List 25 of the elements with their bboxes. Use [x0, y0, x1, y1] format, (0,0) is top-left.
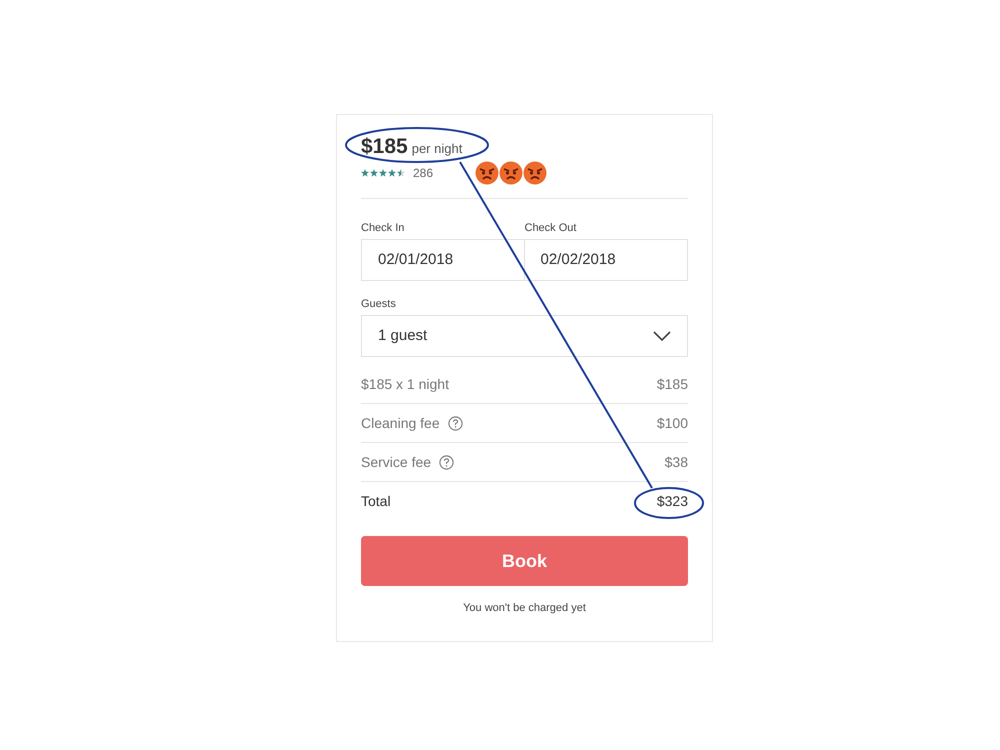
- guests-select[interactable]: 1 guest: [361, 315, 688, 357]
- price: $185: [361, 134, 408, 160]
- date-label: Check In: [361, 221, 406, 236]
- price-line-amount: $185: [656, 374, 688, 394]
- price-line-label: Cleaning fee: [361, 414, 440, 433]
- date-field[interactable]: 02/01/2018: [361, 239, 524, 281]
- date-label: Check Out: [524, 221, 578, 236]
- angry-face-icon: [475, 161, 500, 185]
- price-line-label: Total: [361, 492, 391, 511]
- booking-note: You won't be charged yet: [462, 601, 587, 616]
- annotation-ellipse: [634, 487, 704, 519]
- help-icon[interactable]: [448, 416, 463, 430]
- price-unit: per night: [412, 140, 462, 158]
- guests-label: Guests: [361, 297, 397, 312]
- date-field[interactable]: 02/02/2018: [524, 239, 688, 281]
- review-count: 286: [413, 165, 434, 182]
- price-line-label: $185 x 1 night: [361, 374, 449, 394]
- price-line-amount: $100: [656, 414, 688, 432]
- price-line-amount: $38: [664, 452, 688, 472]
- angry-face-icon: [523, 161, 548, 185]
- help-icon[interactable]: [439, 454, 454, 470]
- price-line-amount: $323: [656, 492, 688, 511]
- price-line-label: Service fee: [361, 452, 432, 472]
- chevron-down-icon: [653, 331, 671, 341]
- angry-face-icon: [499, 161, 524, 185]
